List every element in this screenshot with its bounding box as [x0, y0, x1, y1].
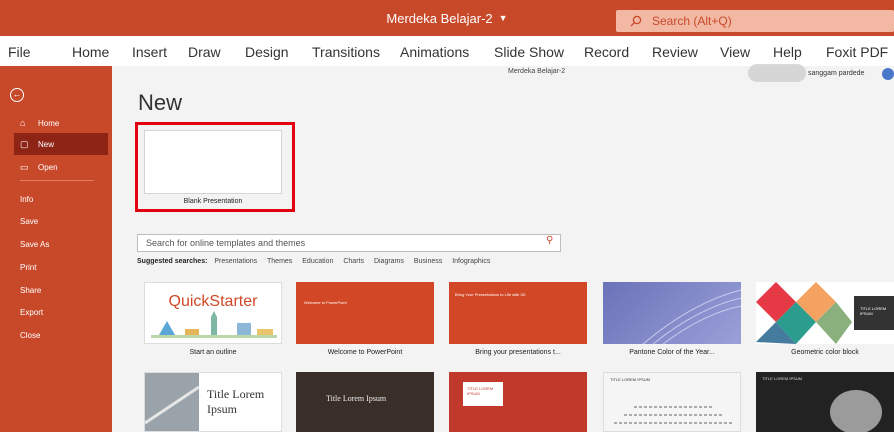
tab-slide-show[interactable]: Slide Show: [494, 44, 564, 60]
tab-review[interactable]: Review: [652, 44, 698, 60]
back-arrow-icon[interactable]: ←: [10, 88, 24, 102]
template-label: Bring your presentations t...: [475, 349, 561, 356]
stairs-image: [145, 373, 199, 431]
sidebar-item-home[interactable]: ⌂ Home: [0, 112, 112, 134]
tab-record[interactable]: Record: [584, 44, 629, 60]
document-name-small: Merdeka Belajar-2: [508, 68, 566, 75]
sidebar-item-label: Home: [38, 118, 60, 128]
wave-pattern: [642, 289, 741, 344]
template-label: Start an outline: [189, 349, 237, 356]
template-label: Pantone Color of the Year...: [629, 349, 715, 356]
home-icon: ⌂: [20, 118, 26, 128]
sidebar-item-share[interactable]: Share: [0, 279, 112, 301]
template-thumb-text: Welcome to PowerPoint: [304, 300, 347, 305]
tab-animations[interactable]: Animations: [400, 44, 469, 60]
template-thumb-text: TITLE LOREM IPSUM: [860, 306, 887, 316]
suggested-link-charts[interactable]: Charts: [343, 258, 364, 265]
suggested-link-presentations[interactable]: Presentations: [214, 258, 257, 265]
suggested-link-themes[interactable]: Themes: [267, 258, 292, 265]
template-thumb-text: Title Lorem Ipsum: [326, 394, 387, 403]
avatar[interactable]: [882, 68, 894, 80]
tab-help[interactable]: Help: [773, 44, 802, 60]
tab-view[interactable]: View: [720, 44, 750, 60]
template-thumbnail-welcome[interactable]: Welcome to PowerPoint: [296, 282, 434, 344]
sidebar-divider: [20, 180, 94, 181]
template-label: Welcome to PowerPoint: [327, 349, 403, 356]
sidebar-item-label: Close: [20, 330, 41, 340]
tab-insert[interactable]: Insert: [132, 44, 167, 60]
ribbon-tabs: File Home Insert Draw Design Transitions…: [0, 36, 894, 66]
suggested-link-diagrams[interactable]: Diagrams: [374, 258, 404, 265]
sidebar-item-label: Save As: [20, 239, 50, 249]
sidebar-item-new[interactable]: ▢ New: [14, 133, 108, 155]
template-label: Geometric color block: [791, 349, 859, 356]
sidebar-item-label: New: [38, 139, 55, 149]
template-thumb-text: Title Lorem Ipsum: [207, 387, 265, 416]
new-document-icon: ▢: [20, 138, 29, 149]
sidebar-item-save[interactable]: Save: [0, 210, 112, 232]
chevron-down-icon: ▼: [498, 13, 508, 23]
sidebar-item-close[interactable]: Close: [0, 324, 112, 346]
user-name[interactable]: sanggam pardede: [808, 70, 864, 77]
tab-foxit-pdf[interactable]: Foxit PDF: [826, 44, 888, 60]
open-folder-icon: ▭: [20, 161, 29, 172]
template-thumbnail-pattern[interactable]: TITLE LOREM IPSUM: [449, 372, 587, 432]
sidebar-item-save-as[interactable]: Save As: [0, 233, 112, 255]
suggested-link-infographics[interactable]: Infographics: [452, 258, 490, 265]
suggested-link-business[interactable]: Business: [414, 258, 442, 265]
suggested-link-education[interactable]: Education: [302, 258, 333, 265]
template-thumbnail-coffee[interactable]: Title Lorem Ipsum: [296, 372, 434, 432]
template-thumbnail-dog[interactable]: TITLE LOREM IPSUM: [756, 372, 894, 432]
suggested-label: Suggested searches:: [137, 258, 208, 265]
blurred-region: [748, 64, 806, 82]
tab-home[interactable]: Home: [72, 44, 109, 60]
template-thumbnail-geometric[interactable]: TITLE LOREM IPSUM: [756, 282, 894, 344]
sidebar-item-print[interactable]: Print: [0, 256, 112, 278]
sidebar-item-open[interactable]: ▭ Open: [0, 156, 112, 178]
sidebar-item-label: Share: [20, 285, 42, 295]
sidebar-item-label: Open: [38, 162, 58, 172]
suggested-searches: Suggested searches: Presentations Themes…: [137, 258, 498, 265]
tab-file[interactable]: File: [8, 44, 31, 60]
template-search-input[interactable]: Search for online templates and themes: [137, 234, 561, 252]
template-thumbnail-pantone[interactable]: [603, 282, 741, 344]
tab-transitions[interactable]: Transitions: [312, 44, 380, 60]
document-title-text: Merdeka Belajar-2: [386, 10, 493, 26]
blank-presentation-thumbnail[interactable]: [144, 130, 282, 194]
blank-presentation-label: Blank Presentation: [183, 198, 243, 205]
template-thumb-text: Bring Your Presentations to Life with 3D: [455, 292, 526, 297]
tab-draw[interactable]: Draw: [188, 44, 221, 60]
sidebar-item-label: Export: [20, 307, 44, 317]
sidebar-item-label: Save: [20, 216, 39, 226]
template-thumbnail-3d[interactable]: Bring Your Presentations to Life with 3D: [449, 282, 587, 344]
search-box[interactable]: Search (Alt+Q): [616, 10, 894, 32]
template-thumbnail-quickstarter[interactable]: QuickStarter: [144, 282, 282, 344]
search-icon[interactable]: ⚲: [546, 235, 553, 246]
city-illustration: [151, 311, 277, 338]
template-thumb-text: TITLE LOREM IPSUM: [463, 382, 503, 406]
template-thumbnail-stairs[interactable]: Title Lorem Ipsum: [144, 372, 282, 432]
dog-photo: [830, 390, 882, 432]
sidebar-item-label: Info: [20, 194, 34, 204]
sidebar-item-info[interactable]: Info: [0, 188, 112, 210]
tab-design[interactable]: Design: [245, 44, 289, 60]
sidebar-item-export[interactable]: Export: [0, 301, 112, 323]
search-icon: [630, 15, 642, 27]
hexagon-pattern: [614, 406, 732, 424]
sidebar-item-label: Print: [20, 262, 37, 272]
template-thumbnail-hexagons[interactable]: TITLE LOREM IPSUM: [603, 372, 741, 432]
page-title: New: [138, 90, 183, 115]
search-label: Search (Alt+Q): [652, 14, 732, 28]
